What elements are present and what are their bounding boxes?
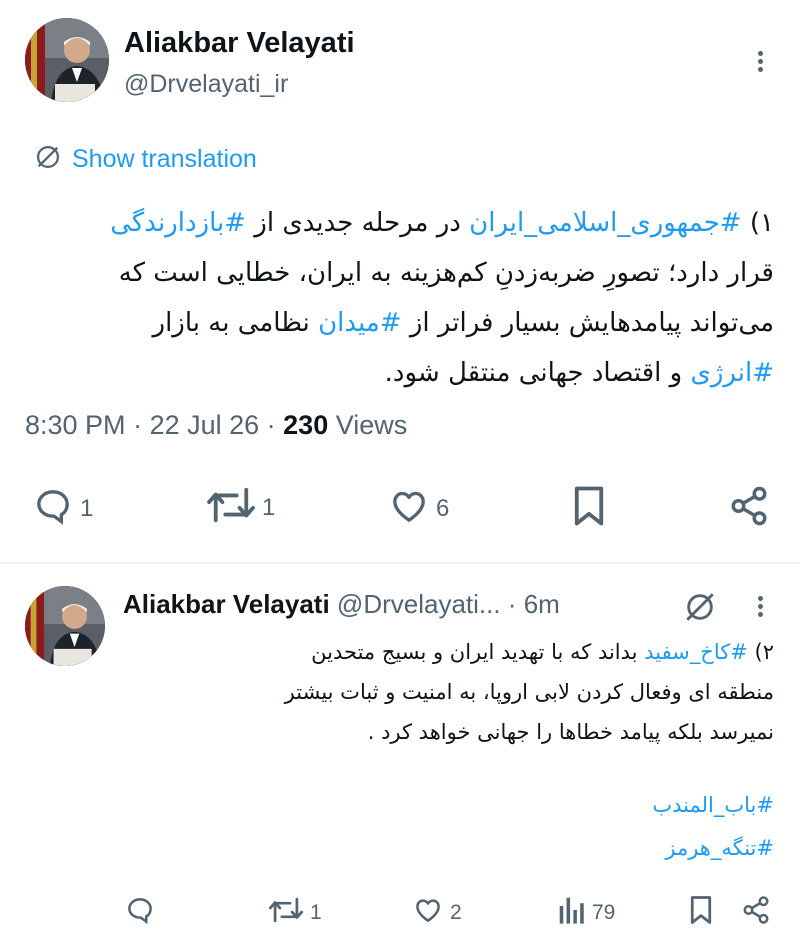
show-translation-link[interactable]: Show translation <box>34 143 257 176</box>
tweet-text-segment: نظامی به بازار <box>152 308 319 338</box>
tweet-text-segment: منطقه ای وفعال کردن لابی اروپا، به امنیت… <box>284 680 774 704</box>
tweet-text-line: می‌تواند پیامدهایش بسیار فراتر از #میدان… <box>14 298 774 348</box>
avatar[interactable] <box>25 586 105 666</box>
like-button[interactable]: 6 <box>388 486 449 531</box>
hashtag-link[interactable]: #انرژی <box>691 358 775 388</box>
hashtag-link[interactable]: #بازدارندگی <box>110 208 246 238</box>
tweet-text-segment: می‌تواند پیامدهایش بسیار فراتر از <box>401 308 774 338</box>
tweet-text-line: ۲) #کاخ_سفید بداند که با تهدید ایران و ب… <box>114 632 774 672</box>
reply-button[interactable]: 1 <box>32 486 93 531</box>
hashtag-link[interactable]: #جمهوری_اسلامی_ایران <box>469 208 741 238</box>
tweet-text-line: منطقه ای وفعال کردن لابی اروپا، به امنیت… <box>114 672 774 712</box>
share-button[interactable] <box>728 485 770 532</box>
tweet-text-segment: ۲) <box>747 640 774 664</box>
tweet-text-segment: نمیرسد بلکه پیامد خطاها را جهانی خواهد ک… <box>367 720 774 744</box>
more-dots-icon[interactable] <box>758 48 763 75</box>
globe-slash-icon <box>34 143 62 176</box>
tweet-text-segment: بداند که با تهدید ایران و بسیج متحدین <box>311 640 645 664</box>
tweet-header: Aliakbar Velayati @Drvelayati... · 6m <box>123 589 560 619</box>
author-name[interactable]: Aliakbar Velayati <box>123 589 330 619</box>
author-handle[interactable]: @Drvelayati_ir <box>124 70 288 99</box>
reply-count: 1 <box>80 494 94 522</box>
heart-icon <box>412 895 444 930</box>
hashtag-link[interactable]: #میدان <box>318 308 402 338</box>
reply-bubble-icon <box>32 486 74 531</box>
tweet-text: ۲) #کاخ_سفید بداند که با تهدید ایران و ب… <box>114 632 774 752</box>
share-button[interactable] <box>741 895 771 930</box>
tweet-text-segment: و اقتصاد جهانی منتقل شود. <box>384 358 691 388</box>
retweet-count: 1 <box>310 900 322 924</box>
hashtag-line-1[interactable]: #باب_المندب <box>474 793 774 817</box>
views-count: 79 <box>592 900 616 924</box>
tweet-text-line: قرار دارد؛ تصورِ ضربه‌زدنِ کم‌هزینه به ا… <box>14 248 774 298</box>
retweet-icon <box>206 484 256 531</box>
tweet-text-line: نمیرسد بلکه پیامد خطاها را جهانی خواهد ک… <box>114 712 774 752</box>
share-icon <box>741 895 771 930</box>
tweet-divider <box>0 562 800 564</box>
views-label: Views <box>335 410 408 440</box>
views-button[interactable]: 79 <box>558 895 615 930</box>
share-icon <box>728 485 770 532</box>
retweet-count: 1 <box>262 493 276 521</box>
tweet-text-segment: در مرحله جدیدی از <box>246 208 470 238</box>
views-count: 230 <box>283 410 329 440</box>
views-bars-icon <box>558 895 586 930</box>
tweet-text-line: ۱) #جمهوری_اسلامی_ایران در مرحله جدیدی ا… <box>14 198 774 248</box>
reply-bubble-icon <box>124 895 156 930</box>
tweet-text-segment: قرار دارد؛ تصورِ ضربه‌زدنِ کم‌هزینه به ا… <box>118 258 774 288</box>
bookmark-icon <box>688 895 714 930</box>
retweet-icon <box>268 895 304 930</box>
bookmark-button[interactable] <box>688 895 714 930</box>
bookmark-button[interactable] <box>570 485 608 532</box>
grok-icon[interactable] <box>683 590 717 629</box>
hashtag-line-2[interactable]: #تنگه_هرمز <box>474 836 774 860</box>
like-button[interactable]: 2 <box>412 895 462 930</box>
heart-icon <box>388 486 430 531</box>
tweet-text-line: #انرژی و اقتصاد جهانی منتقل شود. <box>14 348 774 398</box>
show-translation-label: Show translation <box>72 145 257 173</box>
avatar[interactable] <box>25 18 109 102</box>
tweet-text: ۱) #جمهوری_اسلامی_ایران در مرحله جدیدی ا… <box>14 198 774 398</box>
like-count: 6 <box>436 494 450 522</box>
tweet-age[interactable]: 6m <box>524 589 560 619</box>
author-name[interactable]: Aliakbar Velayati <box>124 27 355 60</box>
retweet-button[interactable]: 1 <box>268 895 322 930</box>
tweet-time[interactable]: 8:30 PM <box>25 410 126 440</box>
tweet-text-segment: ۱) <box>741 208 774 238</box>
more-dots-icon[interactable] <box>758 593 763 620</box>
reply-button[interactable] <box>124 895 156 930</box>
like-count: 2 <box>450 900 462 924</box>
retweet-button[interactable]: 1 <box>206 484 275 531</box>
bookmark-icon <box>570 485 608 532</box>
hashtag-link[interactable]: #کاخ_سفید <box>644 640 748 664</box>
tweet-meta: 8:30 PM · 22 Jul 26 · 230 Views <box>25 410 408 440</box>
tweet-date[interactable]: 22 Jul 26 <box>150 410 260 440</box>
author-handle[interactable]: @Drvelayati... <box>337 589 501 619</box>
